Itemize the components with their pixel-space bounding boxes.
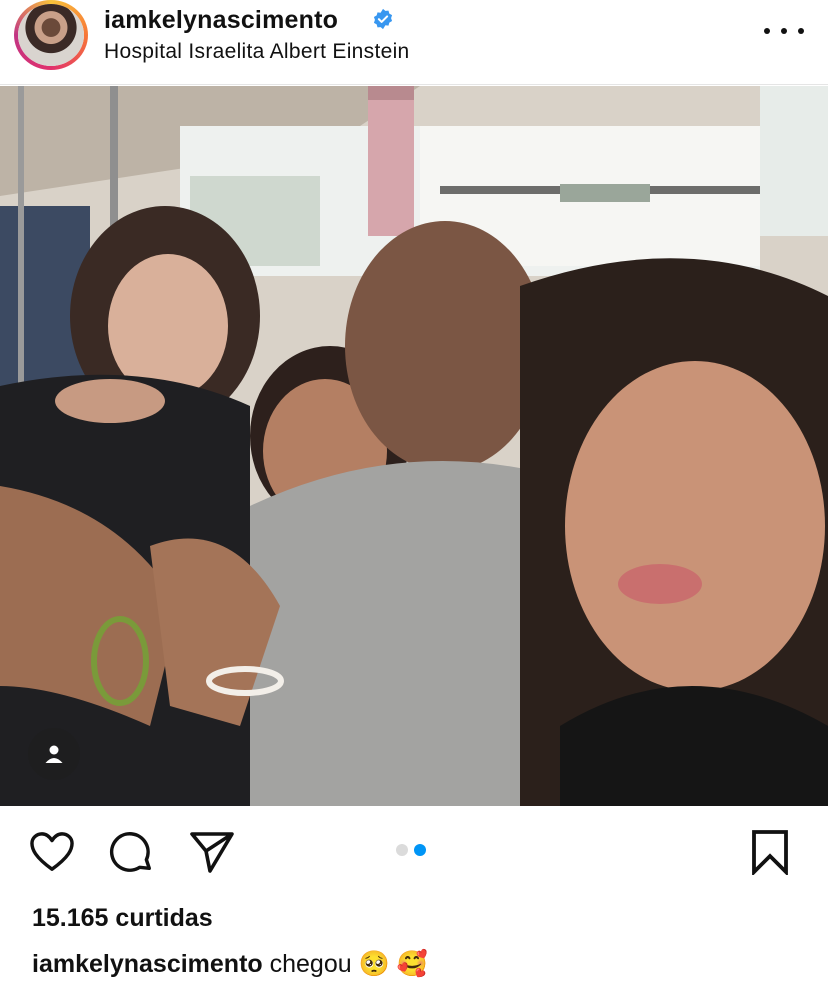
carousel-dot-1 (396, 844, 408, 856)
post-location[interactable]: Hospital Israelita Albert Einstein (104, 40, 410, 64)
likes-count[interactable]: 15.165 curtidas (32, 904, 213, 933)
carousel-indicator (396, 844, 426, 856)
more-options-icon[interactable] (764, 16, 804, 46)
header-divider (0, 84, 828, 85)
post-header: iamkelynascimento Hospital Israelita Alb… (0, 0, 828, 84)
caption-emojis: 🥺 🥰 (358, 950, 428, 978)
post-username[interactable]: iamkelynascimento (104, 6, 338, 35)
caption-text: chegou (269, 950, 352, 978)
caption-username[interactable]: iamkelynascimento (32, 950, 263, 978)
verified-badge-icon (373, 8, 393, 30)
story-ring[interactable] (14, 0, 88, 70)
bookmark-icon[interactable] (744, 826, 796, 878)
carousel-dot-2 (414, 844, 426, 856)
post-image[interactable] (0, 86, 828, 806)
share-paper-plane-icon[interactable] (186, 826, 238, 878)
avatar[interactable] (18, 4, 84, 66)
comment-icon[interactable] (106, 826, 158, 878)
caption: iamkelynascimento chegou 🥺 🥰 (32, 950, 428, 979)
post-image-illustration (0, 86, 828, 806)
heart-icon[interactable] (26, 826, 78, 878)
user-tag-icon[interactable] (28, 728, 80, 780)
